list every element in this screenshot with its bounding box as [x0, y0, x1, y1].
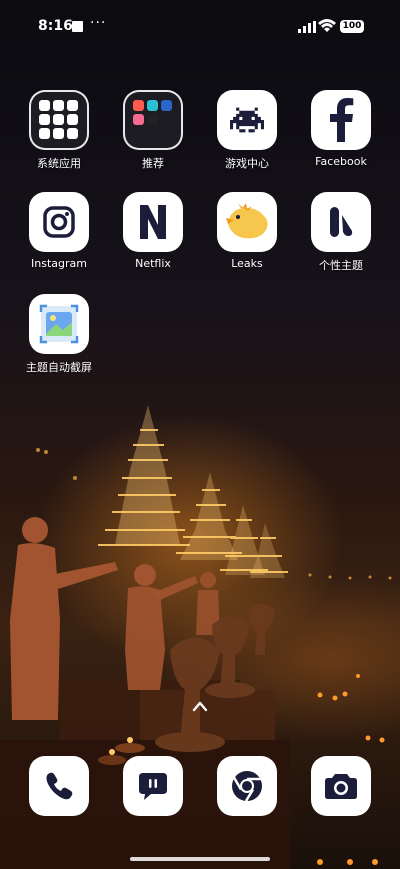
instagram-icon — [29, 192, 89, 252]
space-invader-icon — [217, 90, 277, 150]
app-label: 推荐 — [142, 157, 164, 170]
app-label: 主题自动截屏 — [26, 361, 92, 374]
mini-app-icon — [39, 114, 50, 125]
mini-app-icon — [53, 100, 64, 111]
app-label: Facebook — [315, 155, 367, 168]
folder-preview — [133, 100, 172, 125]
mini-app-icon — [39, 128, 50, 139]
status-bar: 8:16 ··· 100 — [0, 0, 400, 50]
signal-icon — [298, 21, 316, 33]
folder-icon — [29, 90, 89, 150]
dock-messages[interactable] — [123, 756, 183, 816]
dock-camera[interactable] — [311, 756, 371, 816]
folder-preview — [39, 100, 78, 139]
notification-square-icon — [72, 21, 83, 32]
theme-icon — [311, 192, 371, 252]
mini-app-icon — [67, 128, 78, 139]
app-game-center[interactable]: 游戏中心 — [202, 90, 292, 171]
mini-app-icon — [133, 100, 144, 111]
app-instagram[interactable]: Instagram — [14, 192, 104, 270]
facebook-icon — [311, 90, 371, 150]
message-icon — [139, 773, 167, 800]
gallery-icon — [29, 294, 89, 354]
wifi-icon — [318, 19, 336, 32]
app-label: 系统应用 — [37, 157, 81, 170]
app-theme-auto-screenshot[interactable]: 主题自动截屏 — [14, 294, 104, 375]
app-netflix[interactable]: Netflix — [108, 192, 198, 270]
mini-app-icon — [161, 100, 172, 111]
dock-phone[interactable] — [29, 756, 89, 816]
mini-app-icon — [133, 114, 144, 125]
more-notifications-icon: ··· — [90, 15, 107, 31]
app-label: 游戏中心 — [225, 157, 269, 170]
dock-chrome[interactable] — [217, 756, 277, 816]
chrome-icon — [232, 771, 262, 802]
app-leaks[interactable]: Leaks — [202, 192, 292, 270]
status-time: 8:16 — [38, 18, 73, 34]
mini-app-icon — [53, 128, 64, 139]
app-label: Leaks — [231, 257, 263, 270]
app-recommended[interactable]: 推荐 — [108, 90, 198, 171]
mini-app-icon — [53, 114, 64, 125]
mini-app-icon — [39, 100, 50, 111]
home-indicator[interactable] — [130, 857, 270, 861]
app-themes[interactable]: 个性主题 — [296, 192, 386, 273]
app-label: Instagram — [31, 257, 87, 270]
app-label: 个性主题 — [319, 259, 363, 272]
mini-app-icon — [147, 114, 158, 125]
mini-app-icon — [67, 114, 78, 125]
app-system-apps[interactable]: 系统应用 — [14, 90, 104, 171]
battery-icon: 100 — [340, 20, 364, 33]
camera-icon — [325, 774, 357, 799]
phone-icon — [46, 772, 73, 800]
app-facebook[interactable]: Facebook — [296, 90, 386, 168]
bird-icon — [217, 192, 277, 252]
swipe-up-chevron-icon[interactable] — [192, 700, 208, 712]
app-label: Netflix — [135, 257, 171, 270]
netflix-icon — [123, 192, 183, 252]
mini-app-icon — [147, 100, 158, 111]
mini-app-icon — [67, 100, 78, 111]
folder-icon — [123, 90, 183, 150]
